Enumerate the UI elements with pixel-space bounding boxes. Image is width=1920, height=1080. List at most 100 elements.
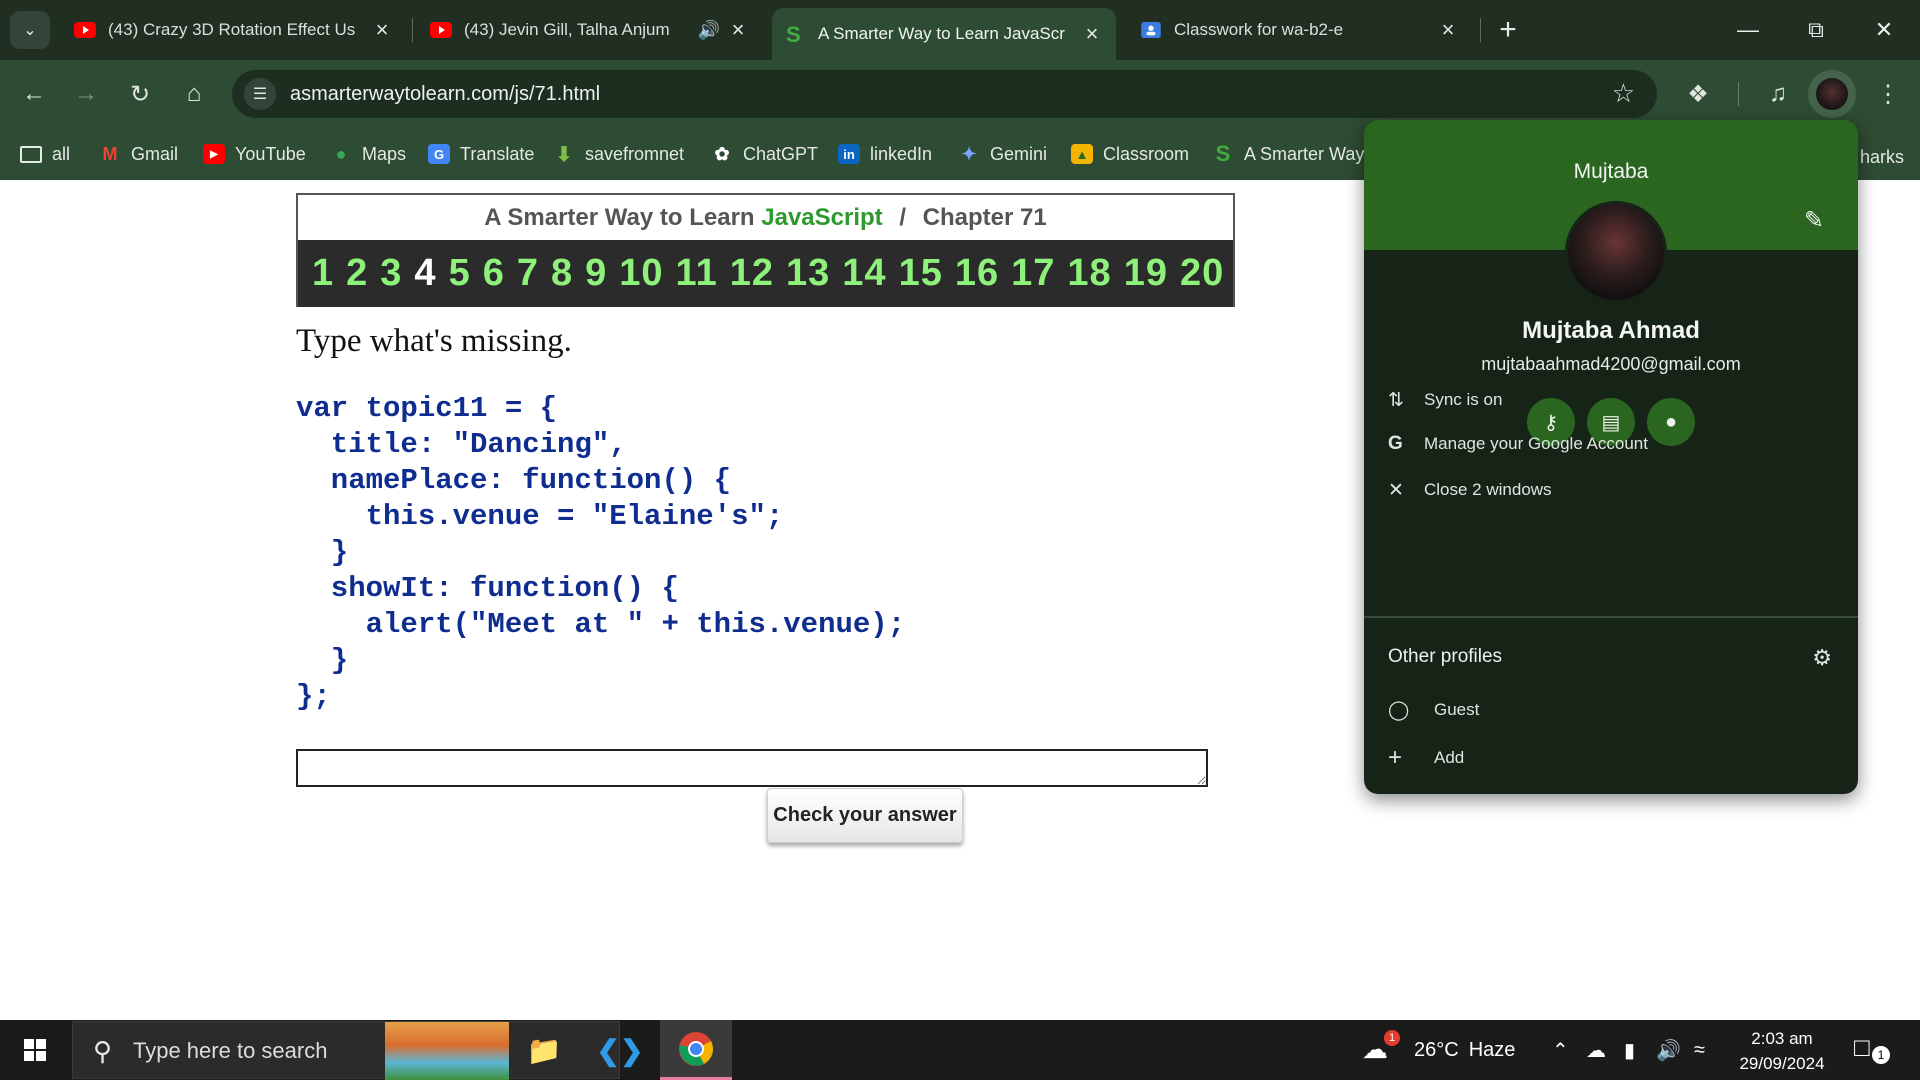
gear-icon[interactable]: ⚙ [1812, 645, 1832, 671]
exercise-number-link[interactable]: 1 [312, 252, 334, 295]
exercise-number-link[interactable]: 16 [955, 252, 999, 295]
exercise-number-link[interactable]: 5 [449, 252, 471, 295]
translate-icon: G [428, 144, 450, 164]
addresses-button[interactable]: ● [1647, 398, 1695, 446]
restore-icon: ⧉ [1808, 17, 1824, 42]
menu-item-label: Guest [1434, 700, 1480, 719]
notification-center[interactable]: □ 1 [1854, 1032, 1894, 1068]
classroom-icon [1141, 22, 1161, 38]
weather-widget[interactable]: ☁ 1 26°C Haze [1362, 1020, 1515, 1080]
restore-button[interactable]: ⧉ [1782, 0, 1850, 60]
speaker-icon[interactable]: 🔊 [698, 20, 720, 41]
exercise-number-link[interactable]: 19 [1124, 252, 1168, 295]
code-line: showIt: function() { [296, 572, 679, 605]
exercise-number-link[interactable]: 2 [346, 252, 368, 295]
site-info-icon[interactable]: ☰ [244, 78, 276, 110]
check-answer-button[interactable]: Check your answer [767, 788, 963, 843]
close-icon[interactable]: × [1436, 19, 1460, 41]
bookmark-chatgpt[interactable]: ✿ ChatGPT [711, 138, 818, 170]
tab-title: Classwork for wa-b2-e [1174, 20, 1344, 39]
edit-pencil-icon[interactable]: ✎ [1804, 206, 1824, 235]
volume-tray[interactable]: 🔊 [1656, 1020, 1681, 1080]
exercise-number-link[interactable]: 11 [676, 252, 718, 295]
bookmark-gemini[interactable]: ✦ Gemini [958, 138, 1047, 170]
home-button[interactable]: ⌂ [174, 74, 214, 114]
extensions-button[interactable]: ❖ [1678, 74, 1718, 114]
bookmark-all[interactable]: all [20, 138, 70, 170]
close-icon: ✕ [1388, 479, 1404, 501]
bookmark-translate[interactable]: G Translate [428, 138, 534, 170]
close-icon[interactable]: × [370, 19, 394, 41]
tab-youtube-music[interactable]: (43) Jevin Gill, Talha Anjum 🔊 × [418, 8, 762, 52]
exercise-number-link[interactable]: 17 [1011, 252, 1055, 295]
exercise-number-link[interactable]: 14 [842, 252, 886, 295]
close-windows[interactable]: ✕ Close 2 windows [1388, 472, 1552, 508]
bookmark-smarter-way[interactable]: S A Smarter Way [1212, 138, 1365, 170]
bookmark-linkedin[interactable]: in linkedIn [838, 138, 932, 170]
answer-input[interactable] [296, 749, 1208, 787]
exercise-number-link[interactable]: 13 [786, 252, 830, 295]
exercise-number-link[interactable]: 20 [1180, 252, 1224, 295]
back-button[interactable]: ← [14, 74, 54, 114]
tab-youtube-3d[interactable]: (43) Crazy 3D Rotation Effect Us × [62, 8, 406, 52]
vscode-button[interactable]: ❮❯ [584, 1020, 656, 1080]
exercise-number-link[interactable]: 12 [730, 252, 774, 295]
url-text[interactable]: asmarterwaytolearn.com/js/71.html [290, 83, 600, 106]
tab-smarter-way[interactable]: S A Smarter Way to Learn JavaScr × [772, 8, 1116, 60]
profile-button[interactable] [1808, 70, 1856, 118]
guest-profile[interactable]: ◯ Guest [1388, 692, 1479, 728]
forward-button[interactable]: → [66, 74, 106, 114]
address-bar[interactable]: ☰ asmarterwaytolearn.com/js/71.html ☆ [232, 70, 1657, 118]
chapter-title: A Smarter Way to Learn JavaScript / Chap… [298, 195, 1233, 240]
linkedin-icon: in [838, 144, 860, 164]
file-explorer-button[interactable]: 📁 [508, 1020, 580, 1080]
onedrive-tray[interactable]: ☁ [1586, 1020, 1606, 1080]
chrome-button[interactable] [660, 1020, 732, 1080]
exercise-number-link[interactable]: 6 [483, 252, 505, 295]
search-highlight-image [385, 1022, 509, 1080]
battery-icon: ▮ [1624, 1039, 1636, 1062]
all-bookmarks-label[interactable]: harks [1860, 147, 1904, 168]
minimize-button[interactable]: — [1714, 0, 1782, 60]
bookmark-savefromnet[interactable]: ⬇ savefromnet [553, 138, 684, 170]
new-tab-button[interactable]: + [1490, 12, 1526, 48]
code-block: var topic11 = { title: "Dancing", namePl… [296, 391, 905, 715]
add-profile[interactable]: + Add [1388, 740, 1464, 776]
close-icon[interactable]: × [1080, 23, 1104, 45]
start-button[interactable] [0, 1020, 70, 1080]
reload-button[interactable]: ↻ [120, 74, 160, 114]
bookmark-maps[interactable]: ● Maps [330, 138, 406, 170]
exercise-number-link[interactable]: 9 [585, 252, 607, 295]
bookmark-star-icon[interactable]: ☆ [1612, 80, 1635, 106]
code-line: } [296, 536, 349, 569]
close-window-button[interactable]: ✕ [1850, 0, 1918, 60]
bookmark-youtube[interactable]: ▶ YouTube [203, 138, 306, 170]
menu-button[interactable]: ⋮ [1868, 74, 1908, 114]
exercise-number-link[interactable]: 3 [380, 252, 402, 295]
network-tray[interactable]: ≈ [1694, 1020, 1705, 1080]
system-clock[interactable]: 2:03 am 29/09/2024 [1716, 1026, 1848, 1076]
notification-count: 1 [1872, 1046, 1890, 1064]
manage-google-account[interactable]: G Manage your Google Account [1388, 426, 1648, 462]
exercise-number-link[interactable]: 18 [1067, 252, 1111, 295]
tab-classwork[interactable]: Classwork for wa-b2-e × [1128, 8, 1472, 52]
avatar [1816, 78, 1848, 110]
exercise-number-link[interactable]: 15 [899, 252, 943, 295]
plus-icon: + [1388, 744, 1403, 771]
show-hidden-icons[interactable]: ⌃ [1552, 1020, 1569, 1080]
weather-temperature: 26°C [1414, 1038, 1459, 1061]
exercise-number-link[interactable]: 10 [619, 252, 663, 295]
youtube-icon [74, 22, 96, 38]
heading-separator: / [899, 204, 906, 231]
bookmark-classroom[interactable]: ▲ Classroom [1071, 138, 1189, 170]
bookmark-gmail[interactable]: M Gmail [99, 138, 179, 170]
exercise-number-link[interactable]: 4 [414, 252, 436, 295]
tab-search-button[interactable]: ⌄ [10, 11, 50, 49]
close-icon[interactable]: × [726, 19, 750, 41]
media-control-button[interactable]: ♫ [1758, 74, 1798, 114]
sync-status[interactable]: ⇅ Sync is on [1388, 382, 1502, 418]
exercise-number-link[interactable]: 7 [517, 252, 539, 295]
bookmark-label: A Smarter Way [1244, 143, 1365, 164]
exercise-number-link[interactable]: 8 [551, 252, 573, 295]
battery-tray[interactable]: ▮ [1624, 1020, 1635, 1080]
